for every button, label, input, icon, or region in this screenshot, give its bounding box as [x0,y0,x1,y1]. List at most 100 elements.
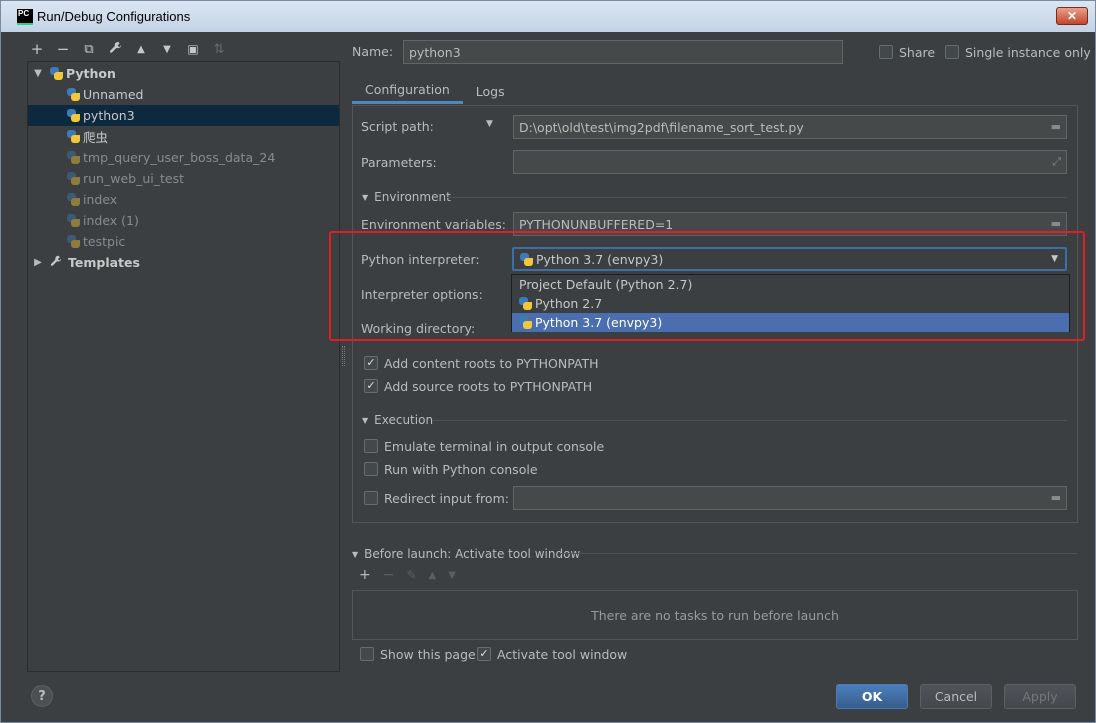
show-page-label: Show this page [380,647,476,662]
left-toolbar: + − ⧉ ▲ ▼ ▣ ⇅ [29,39,227,59]
move-down-icon[interactable]: ▼ [448,570,456,581]
empty-tasks-message: There are no tasks to run before launch [591,607,839,623]
expanded-arrow-icon[interactable]: ▼ [32,68,44,79]
tree-item-python3[interactable]: python3 [28,105,339,126]
tab-configuration[interactable]: Configuration [352,78,463,104]
redirect-input-field[interactable]: ▬ [513,486,1067,510]
chevron-down-icon[interactable]: ▼ [1051,254,1058,264]
interpreter-options-label: Interpreter options: [361,287,483,302]
redirect-input-label: Redirect input from: [384,491,509,506]
wrench-icon[interactable] [107,41,123,58]
python-icon [67,109,80,122]
python-icon [67,151,80,164]
apply-button[interactable]: Apply [1004,684,1076,709]
splitter-handle[interactable] [342,346,345,366]
interpreter-option-project-default[interactable]: Project Default (Python 2.7) [512,275,1069,294]
interpreter-option-python27[interactable]: Python 2.7 [512,294,1069,313]
folder-browse-icon[interactable]: ▬ [1051,491,1061,504]
parameters-input[interactable]: ⤢ [513,150,1067,174]
working-dir-label: Working directory: [361,321,476,336]
wrench-icon [50,255,64,270]
python-icon [519,316,532,329]
python-icon [67,235,80,248]
before-launch-toolbar: + − ✎ ▲ ▼ [359,567,456,583]
interpreter-dropdown-list[interactable]: Project Default (Python 2.7) Python 2.7 … [511,274,1070,332]
add-content-roots-checkbox[interactable]: ✓ [364,356,378,370]
activate-tool-window-label: Activate tool window [497,647,628,662]
emulate-terminal-label: Emulate terminal in output console [384,439,605,454]
move-up-icon[interactable]: ▲ [133,44,149,55]
folder-browse-icon[interactable]: ▬ [1051,217,1061,230]
python-icon [520,252,533,266]
add-source-roots-checkbox[interactable]: ✓ [364,379,378,393]
add-source-roots-label: Add source roots to PYTHONPATH [384,379,593,394]
config-tabs: Configuration Logs [352,78,518,104]
run-with-console-checkbox[interactable] [364,462,378,476]
before-launch-tasks-list[interactable]: There are no tasks to run before launch [352,590,1078,640]
section-collapse-icon: ▼ [362,192,369,202]
python-icon [67,88,80,101]
python-icon [67,130,80,143]
section-collapse-icon: ▼ [362,415,369,425]
tree-group-templates[interactable]: ▶ Templates [28,252,339,273]
edit-icon[interactable]: ✎ [406,568,416,582]
activate-tool-window-checkbox[interactable]: ✓ [477,647,491,661]
name-input[interactable]: python3 [403,40,843,64]
pycharm-icon: PC [17,8,33,25]
interpreter-label: Python interpreter: [361,252,480,267]
tree-item-tmp-query[interactable]: tmp_query_user_boss_data_24 [28,147,339,168]
ok-button[interactable]: OK [836,684,908,709]
redirect-input-checkbox[interactable] [364,491,378,505]
folder-browse-icon[interactable]: ▬ [1051,120,1061,133]
copy-icon[interactable]: ⧉ [81,42,97,57]
add-icon[interactable]: + [29,40,45,58]
configurations-tree[interactable]: ▼ Python Unnamed python3 爬虫 tmp_query_us… [27,61,340,672]
run-debug-dialog: PC Run/Debug Configurations ✕ + − ⧉ ▲ ▼ … [0,0,1096,723]
environment-section-toggle[interactable]: ▼ Environment [362,190,451,204]
share-label: Share [899,45,936,60]
interpreter-option-python37[interactable]: Python 3.7 (envpy3) [512,313,1069,332]
expand-icon[interactable]: ⤢ [1052,155,1061,169]
script-path-input[interactable]: D:\opt\old\test\img2pdf\filename_sort_te… [513,115,1067,139]
tree-group-python[interactable]: ▼ Python [28,63,339,84]
name-label: Name: [352,44,394,59]
cancel-button[interactable]: Cancel [920,684,992,709]
python-icon [67,193,80,206]
help-button[interactable]: ? [31,685,53,707]
env-vars-input[interactable]: PYTHONUNBUFFERED=1 ▬ [513,212,1067,236]
share-checkbox[interactable] [879,45,893,59]
parameters-label: Parameters: [361,155,437,170]
sort-icon[interactable]: ⇅ [211,42,227,57]
tree-item-index[interactable]: index [28,189,339,210]
tree-item-run-web-ui-test[interactable]: run_web_ui_test [28,168,339,189]
section-divider [561,553,1077,554]
move-up-icon[interactable]: ▲ [429,570,437,581]
title-bar: PC Run/Debug Configurations ✕ [1,1,1095,32]
before-launch-toggle[interactable]: ▼ Before launch: Activate tool window [352,547,580,561]
window-title: Run/Debug Configurations [37,9,191,24]
close-button[interactable]: ✕ [1056,7,1088,25]
tab-logs[interactable]: Logs [463,78,518,104]
single-instance-checkbox[interactable] [945,45,959,59]
python-icon [67,214,80,227]
tree-item-unnamed[interactable]: Unnamed [28,84,339,105]
emulate-terminal-checkbox[interactable] [364,439,378,453]
remove-icon[interactable]: − [55,40,71,58]
show-page-checkbox[interactable] [360,647,374,661]
tree-item-index-1[interactable]: index (1) [28,210,339,231]
move-down-icon[interactable]: ▼ [159,44,175,55]
folder-icon[interactable]: ▣ [185,42,201,56]
remove-icon[interactable]: − [383,567,395,583]
tree-item-crawler[interactable]: 爬虫 [28,126,339,147]
python-icon [67,172,80,185]
tree-item-testpic[interactable]: testpic [28,231,339,252]
interpreter-combobox[interactable]: Python 3.7 (envpy3) ▼ [512,247,1067,271]
execution-section-toggle[interactable]: ▼ Execution [362,413,433,427]
script-path-dropdown-icon[interactable]: ▼ [486,119,493,129]
section-divider [447,197,1067,198]
section-collapse-icon: ▼ [352,549,359,559]
env-vars-label: Environment variables: [361,217,506,232]
single-instance-label: Single instance only [965,45,1091,60]
collapsed-arrow-icon[interactable]: ▶ [32,257,44,268]
add-icon[interactable]: + [359,567,371,583]
